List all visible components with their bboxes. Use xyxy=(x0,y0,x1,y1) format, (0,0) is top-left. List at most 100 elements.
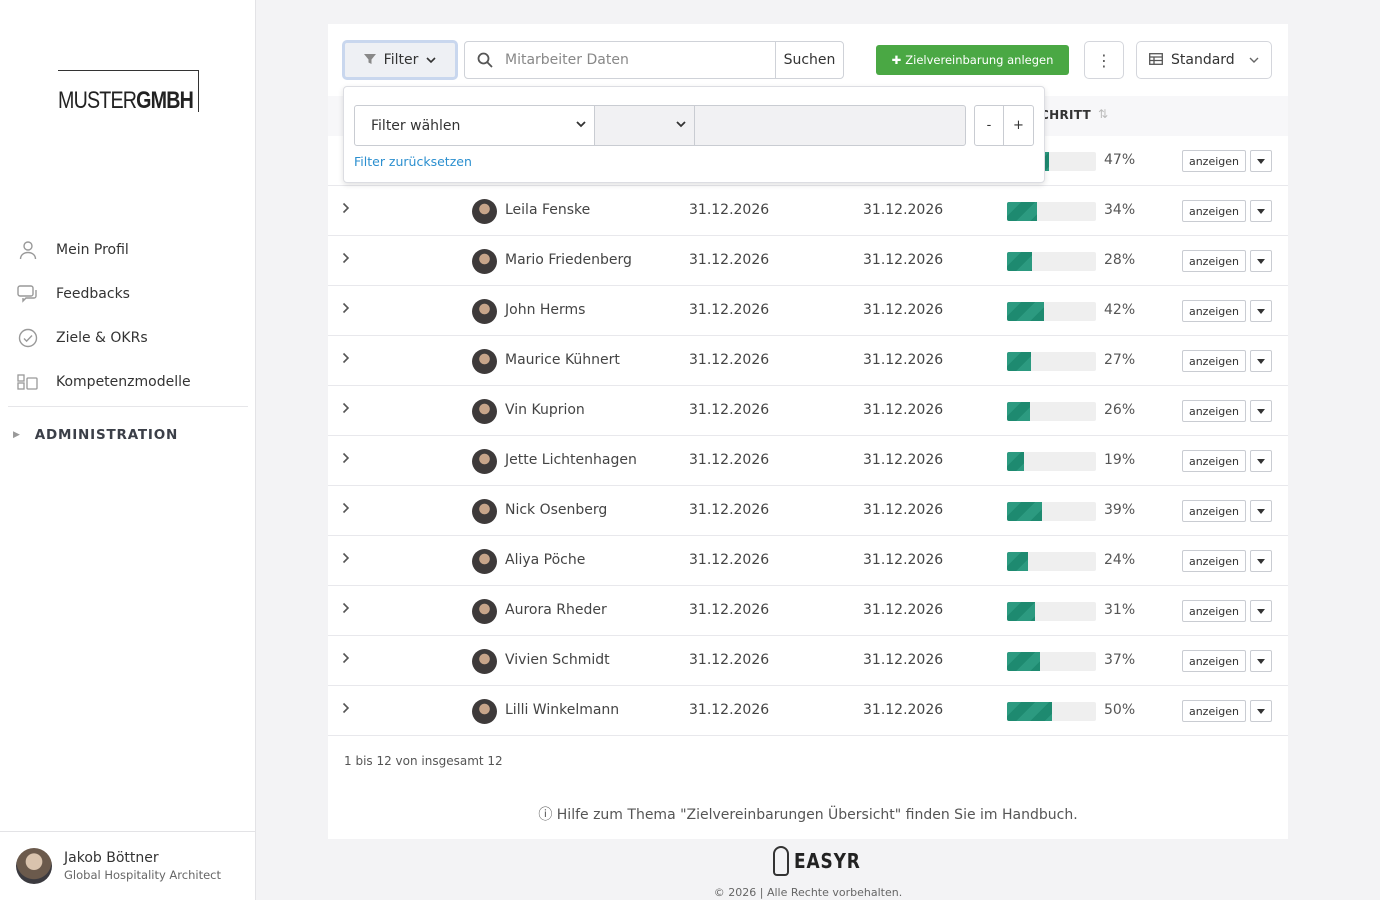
user-name: Jakob Böttner xyxy=(64,850,159,866)
show-button[interactable]: anzeigen xyxy=(1182,700,1246,722)
sidebar-admin-label: ADMINISTRATION xyxy=(34,427,179,443)
show-button[interactable]: anzeigen xyxy=(1182,650,1246,672)
employee-name[interactable]: Vin Kuprion xyxy=(505,402,585,418)
progress-percent: 39% xyxy=(1104,502,1136,518)
filter-operator-select[interactable] xyxy=(594,105,695,146)
view-select-button[interactable]: Standard xyxy=(1136,41,1272,79)
avatar xyxy=(472,649,497,674)
row-actions-dropdown[interactable] xyxy=(1250,700,1272,722)
more-options-button[interactable]: ⋮ xyxy=(1084,41,1124,79)
row-actions-dropdown[interactable] xyxy=(1250,250,1272,272)
employee-name[interactable]: Aliya Pöche xyxy=(505,552,585,568)
sidebar-item-feedbacks[interactable]: Feedbacks xyxy=(0,272,256,316)
show-button[interactable]: anzeigen xyxy=(1182,350,1246,372)
employee-name[interactable]: Maurice Kühnert xyxy=(505,352,620,368)
table-row: Vivien Schmidt 31.12.2026 31.12.2026 37% anz… xyxy=(328,636,1288,686)
column-header-progress[interactable]: CHRITT xyxy=(1040,108,1091,122)
company-logo: MUSTERGMBH xyxy=(58,88,194,114)
filter-select-label: Filter wählen xyxy=(371,117,461,134)
search-icon xyxy=(465,42,505,78)
start-date: 31.12.2026 xyxy=(689,352,770,368)
expand-row-icon[interactable] xyxy=(342,702,350,718)
filter-field-select[interactable]: Filter wählen xyxy=(354,105,595,146)
employee-name[interactable]: Lilli Winkelmann xyxy=(505,702,619,718)
sidebar-item-ziele-okrs[interactable]: Ziele & OKRs xyxy=(0,316,256,360)
search-input[interactable] xyxy=(505,42,775,78)
sidebar-item-label: Mein Profil xyxy=(56,242,129,258)
start-date: 31.12.2026 xyxy=(689,602,770,618)
employee-name[interactable]: Nick Osenberg xyxy=(505,502,607,518)
progress-bar xyxy=(1007,202,1096,221)
user-icon xyxy=(17,239,39,261)
expand-row-icon[interactable] xyxy=(342,502,350,518)
show-button[interactable]: anzeigen xyxy=(1182,450,1246,472)
expand-row-icon[interactable] xyxy=(342,202,350,218)
help-hint: ⓘ Hilfe zum Thema "Zielvereinbarungen Üb… xyxy=(328,804,1288,824)
row-actions-dropdown[interactable] xyxy=(1250,200,1272,222)
copyright: © 2026 | Alle Rechte vorbehalten. xyxy=(713,886,903,899)
employee-name[interactable]: Leila Fenske xyxy=(505,202,590,218)
avatar xyxy=(472,599,497,624)
expand-row-icon[interactable] xyxy=(342,652,350,668)
expand-row-icon[interactable] xyxy=(342,252,350,268)
sidebar-item-mein-profil[interactable]: Mein Profil xyxy=(0,228,256,272)
help-text[interactable]: Hilfe zum Thema "Zielvereinbarungen Über… xyxy=(557,807,1078,823)
remove-filter-button[interactable]: - xyxy=(974,105,1004,146)
expand-row-icon[interactable] xyxy=(342,302,350,318)
row-actions-dropdown[interactable] xyxy=(1250,300,1272,322)
row-actions-dropdown[interactable] xyxy=(1250,600,1272,622)
sidebar-item-kompetenzmodelle[interactable]: Kompetenzmodelle xyxy=(0,360,256,404)
row-actions-dropdown[interactable] xyxy=(1250,150,1272,172)
employee-name[interactable]: Mario Friedenberg xyxy=(505,252,632,268)
row-actions-dropdown[interactable] xyxy=(1250,450,1272,472)
add-filter-button[interactable]: + xyxy=(1003,105,1034,146)
show-button[interactable]: anzeigen xyxy=(1182,550,1246,572)
toolbar: Filter Suchen ✚ Zielvereinbarung anlegen… xyxy=(342,40,1272,80)
filter-value-input[interactable] xyxy=(694,105,966,146)
end-date: 31.12.2026 xyxy=(863,202,944,218)
row-actions-dropdown[interactable] xyxy=(1250,400,1272,422)
employee-name[interactable]: Jette Lichtenhagen xyxy=(505,452,637,468)
show-button[interactable]: anzeigen xyxy=(1182,200,1246,222)
brand-name: EASYR xyxy=(794,849,861,873)
row-actions-dropdown[interactable] xyxy=(1250,550,1272,572)
expand-row-icon[interactable] xyxy=(342,402,350,418)
table-icon xyxy=(1149,52,1163,68)
avatar xyxy=(472,249,497,274)
progress-fill xyxy=(1007,452,1024,471)
search-button[interactable]: Suchen xyxy=(775,42,843,78)
table-body: 47% anzeigen Leila Fenske 31.12.2026 31.12.2… xyxy=(328,136,1288,736)
show-button[interactable]: anzeigen xyxy=(1182,500,1246,522)
show-button[interactable]: anzeigen xyxy=(1182,150,1246,172)
avatar xyxy=(472,549,497,574)
expand-row-icon[interactable] xyxy=(342,602,350,618)
sidebar-item-administration[interactable]: ▶ ADMINISTRATION xyxy=(0,407,256,463)
add-goal-agreement-button[interactable]: ✚ Zielvereinbarung anlegen xyxy=(876,45,1069,75)
sort-icon[interactable]: ⇅ xyxy=(1098,107,1108,121)
reset-filter-link[interactable]: Filter zurücksetzen xyxy=(354,154,472,169)
expand-row-icon[interactable] xyxy=(342,352,350,368)
row-actions-dropdown[interactable] xyxy=(1250,500,1272,522)
expand-row-icon[interactable] xyxy=(342,552,350,568)
employee-name[interactable]: Aurora Rheder xyxy=(505,602,607,618)
end-date: 31.12.2026 xyxy=(863,302,944,318)
expand-row-icon[interactable] xyxy=(342,452,350,468)
show-button[interactable]: anzeigen xyxy=(1182,600,1246,622)
avatar xyxy=(16,848,52,884)
check-circle-icon xyxy=(17,327,39,349)
table-row: Jette Lichtenhagen 31.12.2026 31.12.2026 19… xyxy=(328,436,1288,486)
filter-label: Filter xyxy=(383,52,419,68)
employee-name[interactable]: Vivien Schmidt xyxy=(505,652,610,668)
show-button[interactable]: anzeigen xyxy=(1182,250,1246,272)
progress-percent: 42% xyxy=(1104,302,1136,318)
row-actions-dropdown[interactable] xyxy=(1250,350,1272,372)
employee-name[interactable]: John Herms xyxy=(505,302,585,318)
filter-button[interactable]: Filter xyxy=(342,40,458,80)
show-button[interactable]: anzeigen xyxy=(1182,400,1246,422)
funnel-icon xyxy=(363,53,376,68)
progress-bar xyxy=(1007,602,1096,621)
progress-bar xyxy=(1007,652,1096,671)
row-actions-dropdown[interactable] xyxy=(1250,650,1272,672)
chevron-down-icon xyxy=(1249,54,1259,67)
show-button[interactable]: anzeigen xyxy=(1182,300,1246,322)
